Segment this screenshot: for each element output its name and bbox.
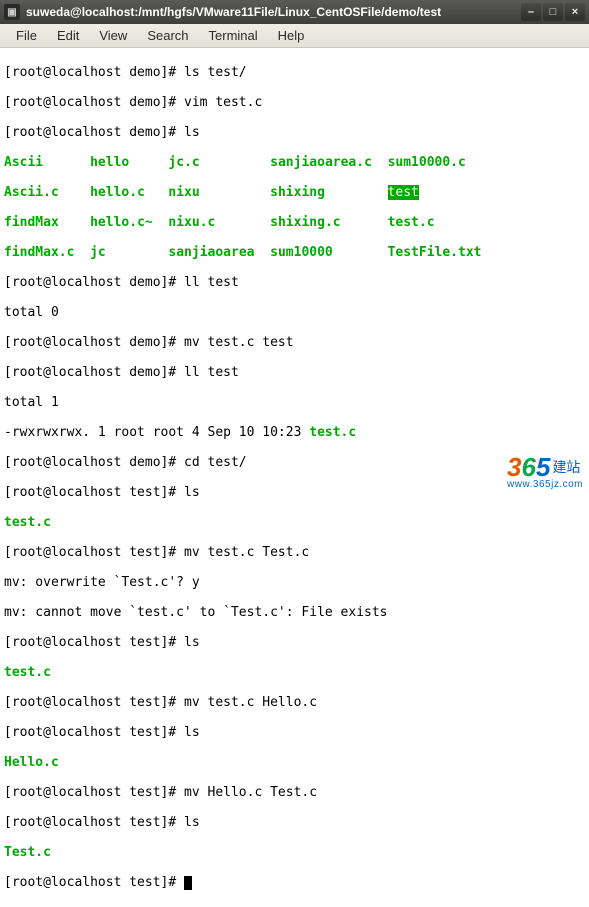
cmd: ls test/ [176, 65, 246, 80]
prompt: [root@localhost test]# [4, 875, 176, 890]
prompt: [root@localhost demo]# [4, 335, 176, 350]
file: shixing [270, 185, 325, 200]
cmd: mv Hello.c Test.c [176, 785, 317, 800]
cmd: mv test.c Test.c [176, 545, 309, 560]
prompt: [root@localhost demo]# [4, 65, 176, 80]
file: sanjiaoarea [168, 245, 254, 260]
file: findMax [4, 215, 59, 230]
file: test.c [388, 215, 435, 230]
menu-view[interactable]: View [89, 26, 137, 45]
cmd: ll test [176, 365, 239, 380]
menu-help[interactable]: Help [268, 26, 315, 45]
prompt: [root@localhost test]# [4, 695, 176, 710]
output: mv: cannot move `test.c' to `Test.c': Fi… [4, 605, 388, 620]
prompt: [root@localhost test]# [4, 485, 176, 500]
file: sanjiaoarea.c [270, 155, 372, 170]
window-title: suweda@localhost:/mnt/hgfs/VMware11File/… [26, 5, 521, 19]
cmd [176, 875, 184, 890]
file: test.c [4, 515, 51, 530]
prompt: [root@localhost demo]# [4, 125, 176, 140]
cmd: ls [176, 485, 199, 500]
menu-file[interactable]: File [6, 26, 47, 45]
file: test.c [309, 425, 356, 440]
menubar: File Edit View Search Terminal Help [0, 24, 589, 48]
file: Hello.c [4, 755, 59, 770]
prompt: [root@localhost demo]# [4, 275, 176, 290]
file: Ascii.c [4, 185, 59, 200]
prompt: [root@localhost test]# [4, 725, 176, 740]
cmd: vim test.c [176, 95, 262, 110]
cmd: mv test.c test [176, 335, 293, 350]
file-selected: test [388, 185, 419, 200]
output: total 0 [4, 305, 59, 320]
prompt: [root@localhost test]# [4, 815, 176, 830]
window-controls: – □ × [521, 3, 585, 21]
file: findMax.c [4, 245, 74, 260]
file: jc.c [168, 155, 199, 170]
terminal-output[interactable]: [root@localhost demo]# ls test/ [root@lo… [0, 48, 589, 907]
menu-terminal[interactable]: Terminal [199, 26, 268, 45]
file: nixu.c [168, 215, 215, 230]
file: test.c [4, 665, 51, 680]
prompt: [root@localhost demo]# [4, 455, 176, 470]
prompt: [root@localhost demo]# [4, 95, 176, 110]
output: total 1 [4, 395, 59, 410]
file: sum10000 [270, 245, 333, 260]
file: jc [90, 245, 106, 260]
cmd: ls [176, 725, 199, 740]
file: hello [90, 155, 129, 170]
file: nixu [168, 185, 199, 200]
menu-search[interactable]: Search [137, 26, 198, 45]
output: mv: overwrite `Test.c'? y [4, 575, 200, 590]
cmd: mv test.c Hello.c [176, 695, 317, 710]
output: -rwxrwxrwx. 1 root root 4 Sep 10 10:23 [4, 425, 309, 440]
minimize-button[interactable]: – [521, 3, 541, 21]
file: TestFile.txt [388, 245, 482, 260]
cmd: ls [176, 635, 199, 650]
file: Test.c [4, 845, 51, 860]
file: hello.c [90, 185, 145, 200]
prompt: [root@localhost test]# [4, 785, 176, 800]
prompt: [root@localhost test]# [4, 545, 176, 560]
cmd: ls [176, 815, 199, 830]
window-titlebar: ▣ suweda@localhost:/mnt/hgfs/VMware11Fil… [0, 0, 589, 24]
cmd: ll test [176, 275, 239, 290]
cmd: cd test/ [176, 455, 246, 470]
file: sum10000.c [388, 155, 466, 170]
prompt: [root@localhost demo]# [4, 365, 176, 380]
file: hello.c~ [90, 215, 153, 230]
prompt: [root@localhost test]# [4, 635, 176, 650]
cursor [184, 876, 192, 890]
cmd: ls [176, 125, 199, 140]
terminal-icon: ▣ [4, 4, 20, 20]
close-button[interactable]: × [565, 3, 585, 21]
file: Ascii [4, 155, 43, 170]
maximize-button[interactable]: □ [543, 3, 563, 21]
menu-edit[interactable]: Edit [47, 26, 89, 45]
file: shixing.c [270, 215, 340, 230]
